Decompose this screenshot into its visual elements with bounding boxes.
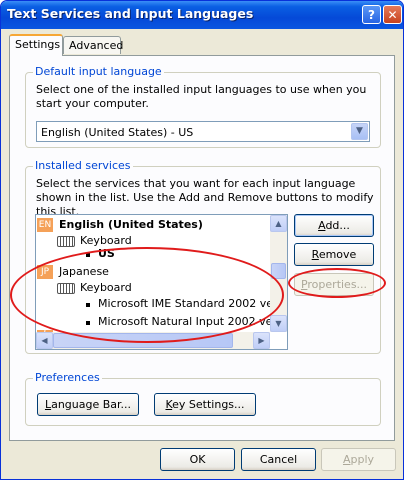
help-button[interactable]: ?	[362, 5, 381, 24]
key-settings-button[interactable]: Key Settings...	[154, 393, 256, 416]
bullet-icon	[86, 303, 90, 307]
dialog-window: Text Services and Input Languages ? ✕ Se…	[0, 0, 404, 480]
scroll-right-icon[interactable]: ▶	[253, 332, 270, 349]
lang-jp-badge: JP	[37, 265, 53, 279]
preferences-label: Preferences	[33, 371, 102, 385]
tree-item-japanese[interactable]: Japanese	[59, 265, 109, 279]
tab-advanced[interactable]: Advanced	[63, 36, 123, 54]
window-title: Text Services and Input Languages	[7, 6, 254, 21]
keyboard-icon	[57, 236, 75, 247]
vertical-scroll-thumb[interactable]	[271, 263, 286, 279]
bullet-icon	[86, 253, 90, 257]
default-language-group: Default input language Select one of the…	[25, 65, 381, 148]
tab-settings[interactable]: Settings	[9, 34, 63, 56]
language-bar-button[interactable]: Language Bar...	[37, 393, 139, 416]
chevron-down-icon[interactable]: ▼	[351, 123, 368, 140]
tree-item-japanese-keyboard[interactable]: Keyboard	[80, 281, 132, 295]
horizontal-scroll-thumb[interactable]	[53, 333, 233, 348]
lang-en-badge: EN	[37, 218, 53, 232]
keyboard-icon	[57, 283, 75, 294]
cancel-button[interactable]: Cancel	[241, 448, 316, 471]
default-language-description: Select one of the installed input langua…	[36, 83, 367, 110]
preferences-group: Preferences Language Bar... Key Settings…	[25, 371, 381, 426]
ok-button[interactable]: OK	[160, 448, 235, 471]
installed-services-description: Select the services that you want for ea…	[36, 177, 374, 218]
scroll-up-icon[interactable]: ▲	[270, 215, 287, 232]
tree-item-natural-input[interactable]: Microsoft Natural Input 2002 ver. 8.1	[98, 315, 287, 329]
default-language-select[interactable]: English (United States) - US ▼	[36, 121, 370, 142]
tree-item-english-keyboard[interactable]: Keyboard	[80, 234, 132, 248]
bullet-icon	[86, 321, 90, 325]
title-bar[interactable]: Text Services and Input Languages ? ✕	[1, 1, 403, 29]
tree-item-ime-standard[interactable]: Microsoft IME Standard 2002 ver. 8	[98, 297, 287, 311]
scroll-left-icon[interactable]: ◀	[36, 332, 53, 349]
installed-services-label: Installed services	[33, 159, 133, 173]
tree-vertical-scrollbar[interactable]: ▲ ▼	[270, 215, 287, 332]
settings-panel: Default input language Select one of the…	[9, 55, 395, 441]
add-button[interactable]: Add...	[294, 214, 374, 237]
close-button[interactable]: ✕	[383, 5, 402, 24]
default-language-value: English (United States) - US	[41, 126, 194, 139]
scroll-down-icon[interactable]: ▼	[270, 315, 287, 332]
tree-item-english[interactable]: English (United States)	[59, 218, 203, 232]
properties-button[interactable]: Properties...	[294, 273, 374, 296]
installed-services-group: Installed services Select the services t…	[25, 159, 381, 354]
tree-item-us[interactable]: US	[98, 247, 115, 261]
apply-button[interactable]: Apply	[321, 448, 396, 471]
tree-horizontal-scrollbar[interactable]: ◀ ▶	[36, 332, 270, 349]
remove-button[interactable]: Remove	[294, 243, 374, 266]
default-language-label: Default input language	[33, 65, 164, 79]
services-tree[interactable]: EN English (United States) Keyboard US J…	[35, 214, 288, 350]
